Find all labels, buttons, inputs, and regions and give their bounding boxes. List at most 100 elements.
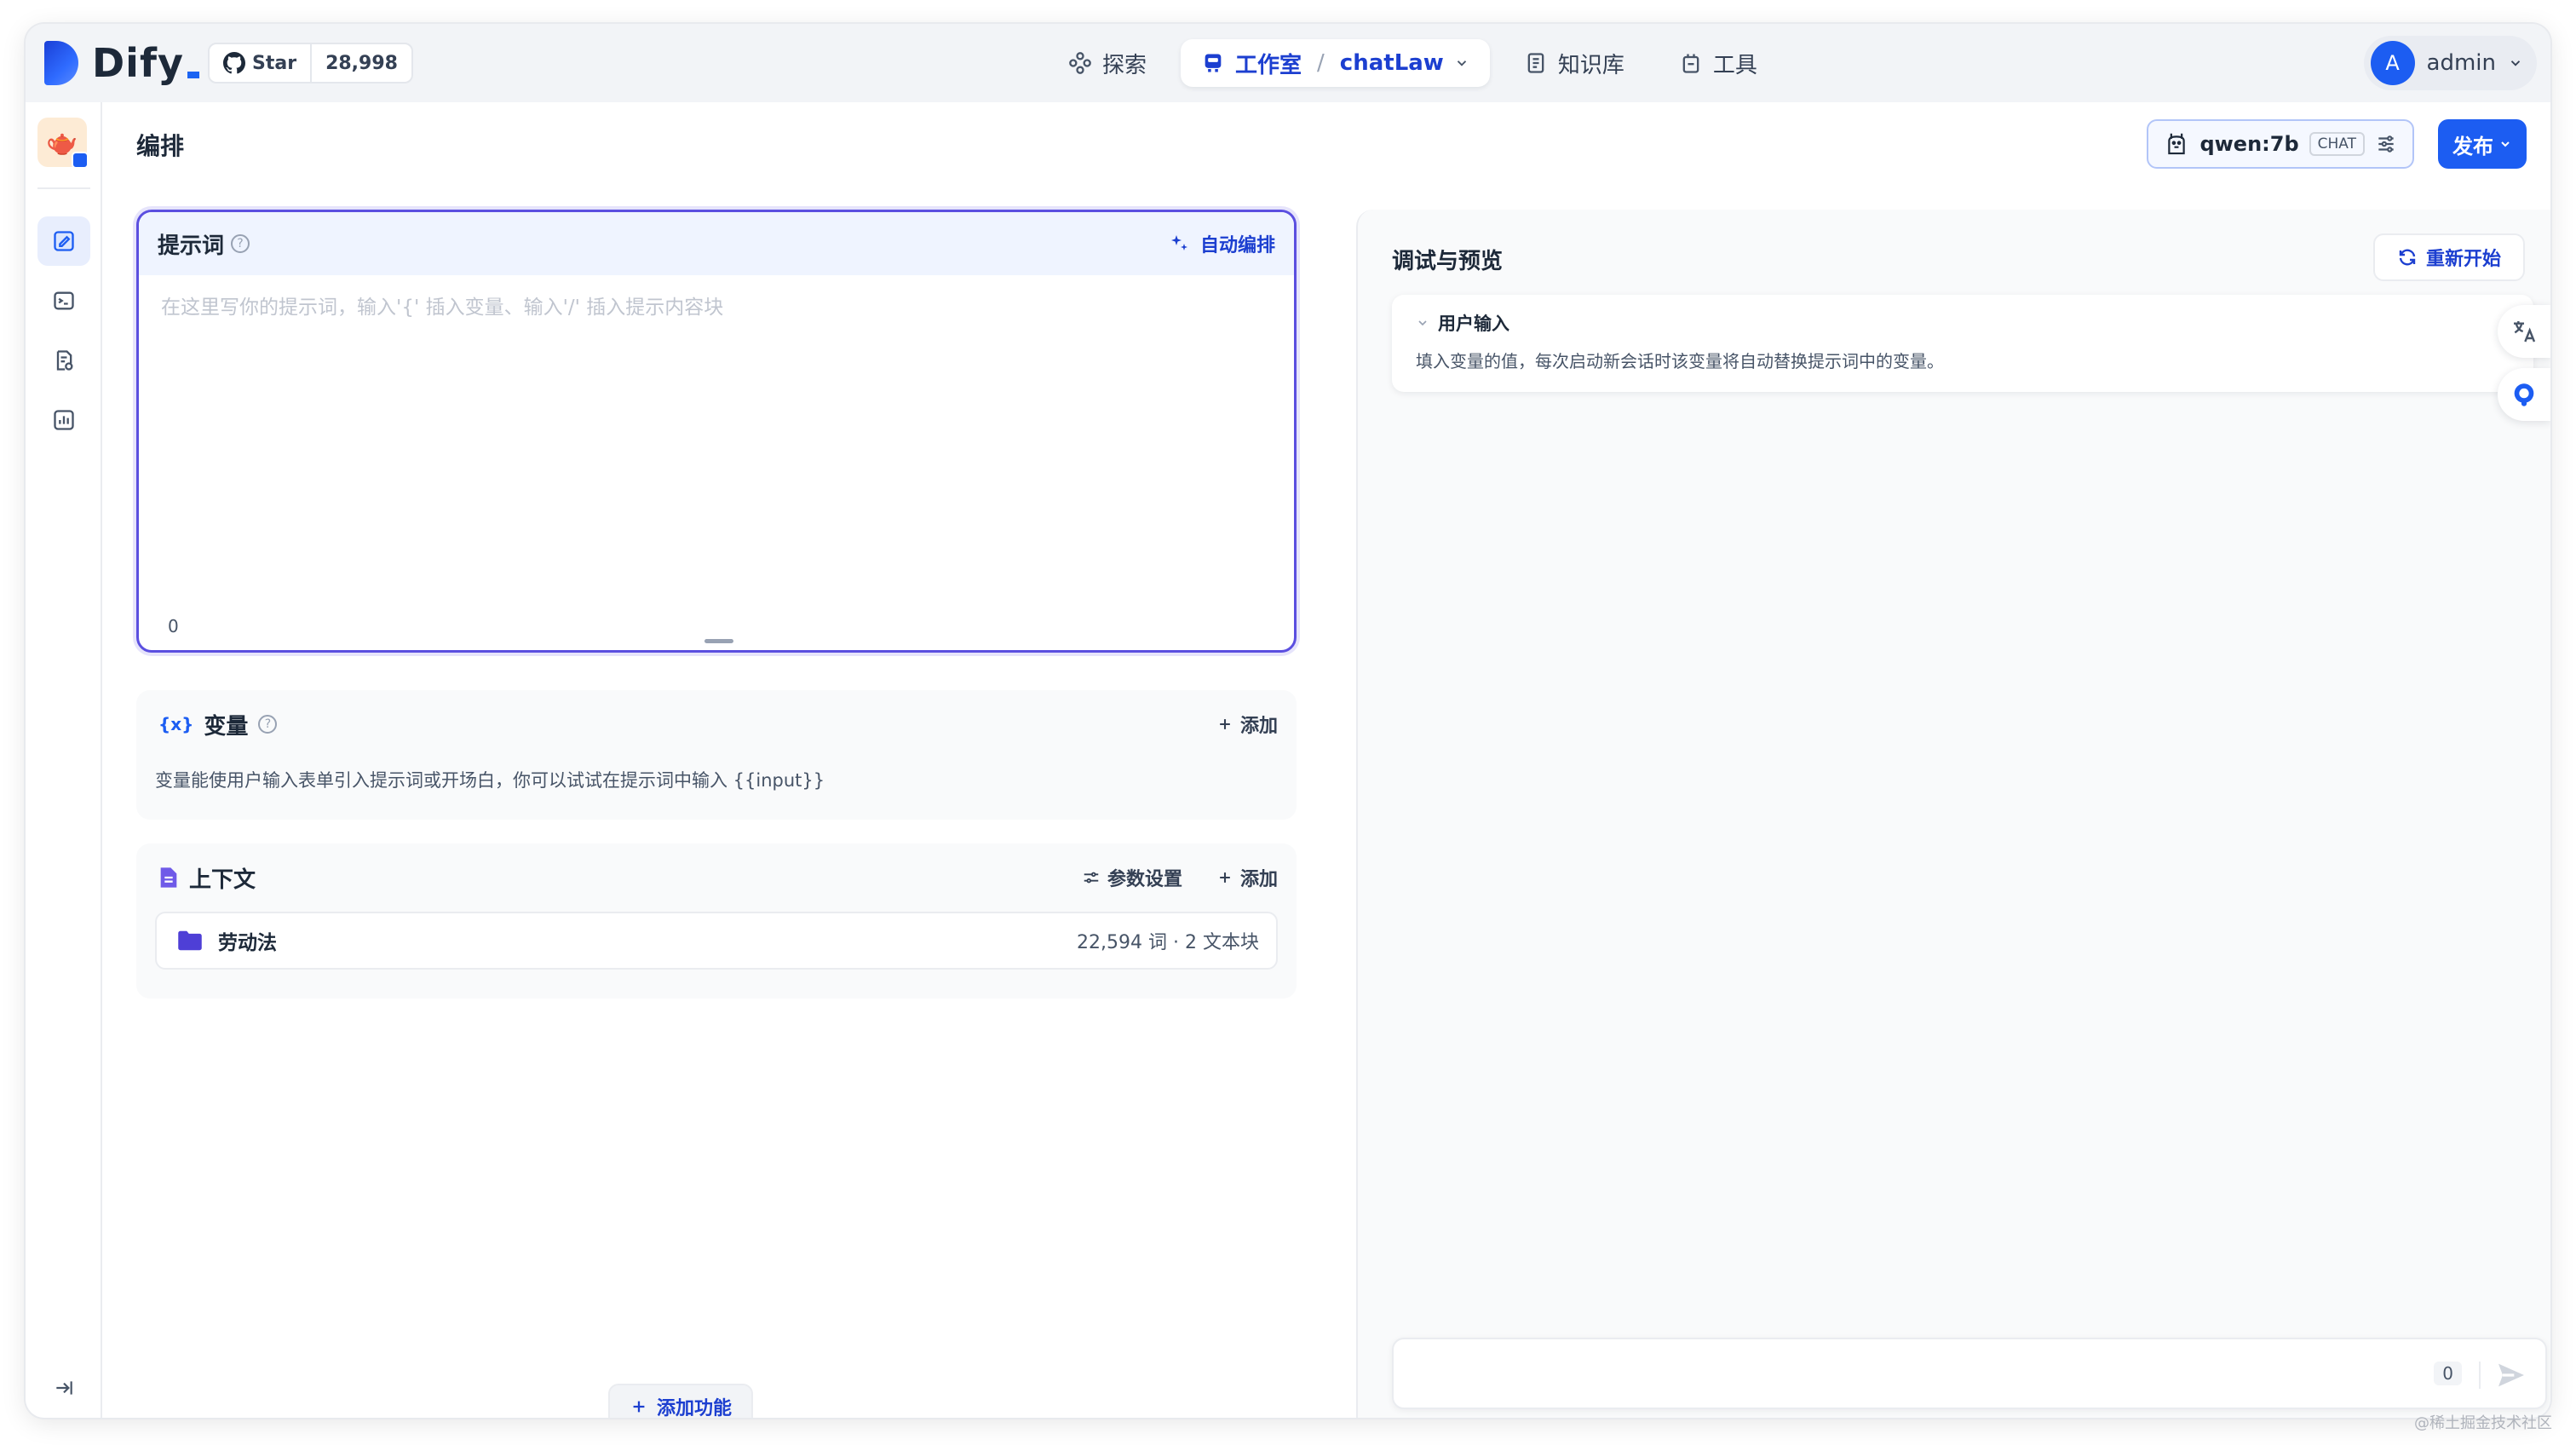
add-feature-label: 添加功能 xyxy=(656,1398,732,1418)
studio-icon xyxy=(1205,54,1222,72)
context-section: 上下文 参数设置 添加 劳动法 22,594 词 · 2 文本块 xyxy=(136,843,1297,999)
debug-title: 调试与预览 xyxy=(1392,249,1504,274)
context-params-button[interactable]: 参数设置 xyxy=(1082,864,1182,891)
resize-handle[interactable] xyxy=(704,639,733,643)
logs-icon xyxy=(56,350,73,371)
prompt-editor: 提示词 ? 自动编排 在这里写你的提示词，输入'{' 插入变量、输入'/' 插入… xyxy=(136,210,1297,653)
assistant-button[interactable] xyxy=(2498,368,2550,421)
chevron-down-icon xyxy=(1418,320,1427,326)
prompt-header: 提示词 ? 自动编排 xyxy=(139,212,1294,275)
nav-knowledge[interactable]: 知识库 xyxy=(1504,39,1645,87)
sidebar-divider xyxy=(37,187,90,189)
restart-label: 重新开始 xyxy=(2425,249,2501,270)
nav-tools[interactable]: 工具 xyxy=(1659,39,1778,87)
user-input-description: 填入变量的值，每次启动新会话时该变量将自动替换提示词中的变量。 xyxy=(1416,351,1944,371)
send-button[interactable] xyxy=(2494,1358,2528,1396)
chat-input[interactable]: 0 xyxy=(1392,1338,2547,1409)
debug-preview-panel: 调试与预览 重新开始 用户输入 填入变量的值，每次启动新会话时该变量将自动替换提… xyxy=(1356,210,2550,1418)
github-star-button[interactable]: Star 28,998 xyxy=(208,43,413,83)
logo-text: Dify xyxy=(92,40,184,86)
sidebar-item-orchestrate[interactable] xyxy=(37,216,90,266)
page-title: 编排 xyxy=(136,132,185,160)
nav-tools-label: 工具 xyxy=(1712,52,1757,78)
dataset-meta: 22,594 词 · 2 文本块 xyxy=(1077,932,1259,953)
help-icon[interactable]: ? xyxy=(231,234,250,253)
chat-divider xyxy=(2479,1362,2481,1389)
chart-icon xyxy=(54,410,74,430)
add-variable-button[interactable]: 添加 xyxy=(1216,711,1278,738)
settings-icon xyxy=(1084,872,1099,884)
auto-orchestrate-label: 自动编排 xyxy=(1199,235,1275,256)
nav-explore-label: 探索 xyxy=(1102,52,1147,78)
folder-icon xyxy=(178,930,202,951)
sparkle-icon xyxy=(1170,235,1187,250)
auto-orchestrate-button[interactable]: 自动编排 xyxy=(1170,230,1275,257)
prompt-char-count: 0 xyxy=(168,616,179,636)
variables-title: 变量 xyxy=(204,713,249,740)
nav-separator: / xyxy=(1317,50,1325,76)
model-mode-badge: CHAT xyxy=(2309,132,2365,156)
model-selector[interactable]: qwen:7b CHAT xyxy=(2147,119,2414,169)
chevron-down-icon xyxy=(2510,60,2521,66)
app-window: Dify Star 28,998 探索 工作室 / chatLaw 知识库 工具… xyxy=(26,24,2550,1418)
nav-studio[interactable]: 工作室 / chatLaw xyxy=(1181,39,1490,87)
expand-icon xyxy=(56,1381,72,1395)
plus-icon xyxy=(1220,719,1230,729)
app-type-badge xyxy=(72,152,89,169)
main-content: 编排 qwen:7b CHAT 发布 提示词 ? 自动编排 在这里写你的提示词，… xyxy=(102,102,2550,1418)
dataset-item[interactable]: 劳动法 22,594 词 · 2 文本块 xyxy=(155,912,1278,970)
top-bar: Dify Star 28,998 探索 工作室 / chatLaw 知识库 工具… xyxy=(26,24,2550,102)
document-icon xyxy=(160,867,177,888)
help-icon[interactable]: ? xyxy=(258,715,278,734)
explore-icon xyxy=(1069,52,1091,74)
avatar: A xyxy=(2370,41,2415,85)
chevron-down-icon xyxy=(1457,60,1466,66)
tools-icon xyxy=(1682,54,1699,73)
orchestrate-icon xyxy=(54,231,74,251)
add-context-label: 添加 xyxy=(1239,869,1278,890)
github-star-count: 28,998 xyxy=(325,52,398,74)
variables-description: 变量能使用户输入表单引入提示词或开场白，你可以试试在提示词中输入 {{input… xyxy=(155,770,825,791)
sidebar-item-overview[interactable] xyxy=(37,395,90,445)
logo-mark-icon xyxy=(44,41,78,85)
terminal-icon xyxy=(54,291,74,310)
user-menu[interactable]: A admin xyxy=(2363,36,2537,90)
sidebar-collapse-button[interactable] xyxy=(46,1370,82,1406)
refresh-icon xyxy=(2399,249,2416,266)
send-icon xyxy=(2498,1363,2524,1387)
plus-icon xyxy=(1220,872,1230,883)
restart-button[interactable]: 重新开始 xyxy=(2372,233,2525,281)
dify-logo[interactable]: Dify xyxy=(44,40,199,86)
user-name: admin xyxy=(2426,50,2496,76)
variables-section: {x} 变量 ? 添加 变量能使用户输入表单引入提示词或开场白，你可以试试在提示… xyxy=(136,690,1297,820)
github-star-label: Star xyxy=(252,52,297,74)
left-sidebar: 🫖 xyxy=(26,102,102,1418)
assistant-icon xyxy=(2514,383,2534,406)
user-input-title: 用户输入 xyxy=(1438,314,1509,334)
translate-button[interactable] xyxy=(2498,305,2550,358)
translate-icon xyxy=(2514,321,2536,343)
app-icon[interactable]: 🫖 xyxy=(37,118,89,169)
github-icon xyxy=(223,52,245,74)
variable-icon: {x} xyxy=(158,714,194,734)
publish-button[interactable]: 发布 xyxy=(2438,119,2527,169)
nav-studio-label: 工作室 xyxy=(1235,52,1302,78)
context-title: 上下文 xyxy=(189,866,256,893)
plus-icon xyxy=(633,1401,645,1413)
llama-icon xyxy=(2168,133,2186,155)
add-feature-button[interactable]: 添加功能 xyxy=(608,1384,753,1418)
add-variable-label: 添加 xyxy=(1239,716,1278,737)
current-app-selector[interactable]: chatLaw xyxy=(1340,50,1444,76)
model-name: qwen:7b xyxy=(2199,132,2299,156)
sidebar-item-logs[interactable] xyxy=(37,336,90,385)
sidebar-item-api[interactable] xyxy=(37,276,90,325)
knowledge-icon xyxy=(1527,53,1544,73)
dataset-name: 劳动法 xyxy=(218,932,277,954)
user-input-card[interactable]: 用户输入 填入变量的值，每次启动新会话时该变量将自动替换提示词中的变量。 xyxy=(1392,295,2533,392)
prompt-input[interactable]: 在这里写你的提示词，输入'{' 插入变量、输入'/' 插入提示内容块 xyxy=(139,275,1294,335)
main-nav: 探索 工作室 / chatLaw 知识库 工具 xyxy=(1048,37,1778,89)
sliders-icon xyxy=(2378,135,2394,153)
nav-explore[interactable]: 探索 xyxy=(1048,39,1167,87)
orchestrate-panel: 提示词 ? 自动编排 在这里写你的提示词，输入'{' 插入变量、输入'/' 插入… xyxy=(136,210,1297,1394)
add-context-button[interactable]: 添加 xyxy=(1216,864,1278,891)
